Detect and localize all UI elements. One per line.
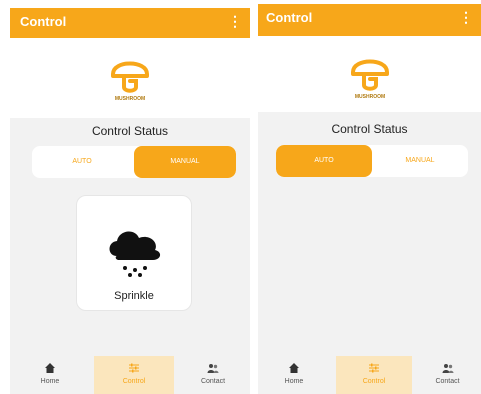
toggle-auto[interactable]: AUTO: [32, 146, 132, 178]
mode-toggle: AUTO MANUAL: [276, 145, 468, 177]
logo-area: MUSHROOM: [10, 38, 250, 118]
nav-control-label: Control: [122, 378, 146, 385]
app-bar: Control ⋮: [258, 4, 481, 36]
nav-contact-label: Contact: [200, 378, 226, 385]
bottom-nav: Home Control Contact: [258, 356, 481, 394]
more-vertical-icon[interactable]: ⋮: [228, 13, 242, 30]
nav-control-label: Control: [362, 378, 386, 385]
nav-contact[interactable]: Contact: [176, 356, 250, 394]
toggle-manual[interactable]: MANUAL: [372, 145, 468, 177]
people-icon: [442, 364, 453, 373]
nav-control[interactable]: Control: [94, 356, 174, 394]
app-bar: Control ⋮: [10, 8, 250, 38]
nav-home-label: Home: [284, 378, 304, 385]
logo-area: MUSHROOM: [258, 36, 481, 112]
sliders-icon: [129, 363, 139, 373]
sprinkle-card[interactable]: Sprinkle: [76, 195, 192, 311]
mode-toggle: AUTO MANUAL: [32, 146, 236, 178]
nav-home[interactable]: Home: [10, 356, 90, 394]
nav-home-label: Home: [40, 378, 60, 385]
sliders-icon: [369, 363, 379, 373]
left-screen: Control ⋮ MUSHROOM Control Status AUTO M…: [10, 8, 250, 394]
mushroom-logo-icon: MUSHROOM: [111, 61, 149, 102]
more-vertical-icon[interactable]: ⋮: [459, 9, 473, 26]
toggle-auto[interactable]: AUTO: [276, 145, 372, 177]
control-status-title: Control Status: [331, 122, 408, 136]
logo-text: MUSHROOM: [115, 96, 145, 102]
home-icon: [45, 363, 55, 373]
nav-home[interactable]: Home: [258, 356, 330, 394]
bottom-nav: Home Control Contact: [10, 356, 250, 394]
control-status-title: Control Status: [91, 124, 169, 138]
right-screen: Control ⋮ MUSHROOM Control Status AUTO M…: [258, 4, 481, 394]
people-icon: [207, 364, 219, 373]
nav-contact-label: Contact: [435, 378, 460, 385]
sprinkle-label: Sprinkle: [114, 290, 154, 302]
rain-cloud-icon: [109, 231, 161, 277]
app-title: Control: [20, 14, 67, 29]
logo-text: MUSHROOM: [354, 94, 384, 100]
toggle-manual[interactable]: MANUAL: [134, 146, 236, 178]
app-title: Control: [266, 10, 313, 25]
nav-control[interactable]: Control: [336, 356, 412, 394]
nav-contact[interactable]: Contact: [414, 356, 481, 394]
home-icon: [289, 363, 299, 373]
mushroom-logo-icon: MUSHROOM: [350, 59, 389, 100]
